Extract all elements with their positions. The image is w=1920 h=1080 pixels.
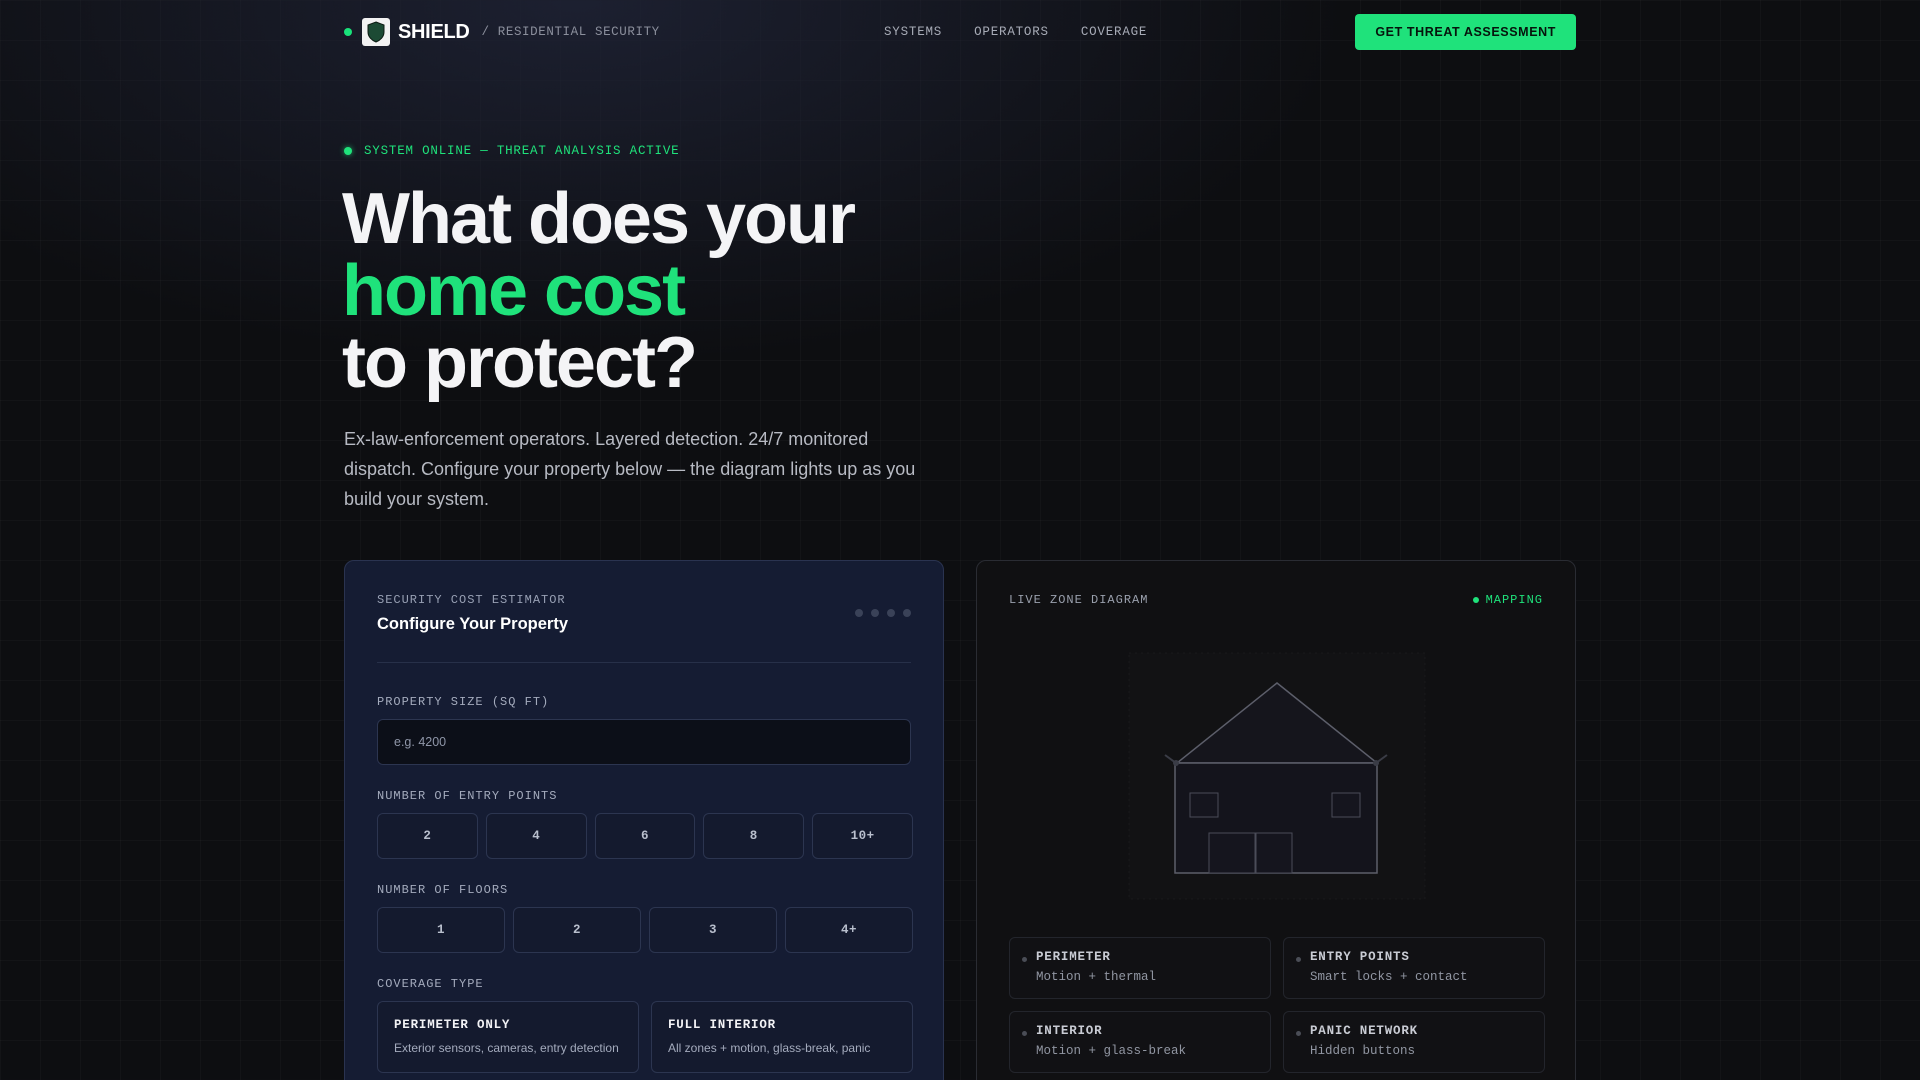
zone-interior: INTERIOR Motion + glass-break [1009,1011,1271,1073]
shield-logo-icon[interactable] [362,18,390,46]
zone-desc: Motion + thermal [1036,970,1157,984]
hero-title: What does your home cost to protect? [342,179,856,403]
floor-option-4-plus[interactable]: 4+ [785,907,913,953]
threat-assessment-button[interactable]: GET THREAT ASSESSMENT [1355,14,1576,50]
live-zone-diagram-card: LIVE ZONE DIAGRAM MAPPING PERIMETER Moti… [976,560,1576,1080]
zone-desc: Motion + glass-break [1036,1044,1187,1058]
property-size-label: PROPERTY SIZE (SQ FT) [377,695,550,709]
entry-option-2[interactable]: 2 [377,813,478,859]
status-dot-icon [344,28,352,36]
zone-dot-icon [1022,957,1027,962]
zone-dot-icon [1296,957,1301,962]
hero-title-accent: home cost [342,251,686,331]
floor-option-3[interactable]: 3 [649,907,777,953]
window-left [1189,792,1219,818]
floors-label: NUMBER OF FLOORS [377,883,509,897]
coverage-option-title: FULL INTERIOR [668,1018,776,1032]
zone-dot-icon [1022,1031,1027,1036]
brand-tagline: / RESIDENTIAL SECURITY [481,25,660,39]
zone-panic-network: PANIC NETWORK Hidden buttons [1283,1011,1545,1073]
entry-option-6[interactable]: 6 [594,813,696,859]
system-status: SYSTEM ONLINE — THREAT ANALYSIS ACTIVE [344,144,679,158]
coverage-type-label: COVERAGE TYPE [377,977,484,991]
zone-dot-icon [1296,1031,1301,1036]
step-dot [887,609,895,617]
estimator-title: Configure Your Property [377,615,568,633]
floor-option-2[interactable]: 2 [513,907,641,953]
coverage-perimeter-option[interactable]: PERIMETER ONLY Exterior sensors, cameras… [377,1001,639,1073]
coverage-full-interior-option[interactable]: FULL INTERIOR All zones + motion, glass-… [651,1001,913,1073]
floors-options: 1 2 3 4+ [377,907,913,953]
zone-perimeter: PERIMETER Motion + thermal [1009,937,1271,999]
garage-door [1208,832,1256,874]
coverage-type-options: PERIMETER ONLY Exterior sensors, cameras… [377,1001,913,1073]
step-dot [855,609,863,617]
brand-name[interactable]: SHIELD [398,21,470,44]
system-status-text: SYSTEM ONLINE — THREAT ANALYSIS ACTIVE [364,144,680,158]
mapping-status: MAPPING [1472,593,1543,607]
top-nav: SHIELD / RESIDENTIAL SECURITY SYSTEMS OP… [344,14,1576,50]
entry-option-8[interactable]: 8 [703,813,805,859]
property-size-input[interactable]: e.g. 4200 [377,719,911,765]
coverage-option-title: PERIMETER ONLY [394,1018,511,1032]
zone-desc: Hidden buttons [1310,1044,1416,1058]
zone-name: PANIC NETWORK [1310,1024,1418,1038]
zone-list: PERIMETER Motion + thermal ENTRY POINTS … [1009,937,1545,1073]
house-zone-diagram [1128,652,1426,900]
coverage-option-desc: Exterior sensors, cameras, entry detecti… [394,1041,619,1055]
mapping-status-text: MAPPING [1485,593,1543,607]
window-right [1331,792,1361,818]
nav-link-coverage[interactable]: COVERAGE [1081,25,1147,39]
front-door [1255,832,1293,874]
zone-name: ENTRY POINTS [1310,950,1410,964]
entry-option-4[interactable]: 4 [485,813,587,859]
hero-title-line1: What does your [342,179,856,259]
estimator-kicker: SECURITY COST ESTIMATOR [377,593,566,607]
estimator-header: SECURITY COST ESTIMATOR Configure Your P… [377,593,911,663]
step-dot [871,609,879,617]
nav-link-operators[interactable]: OPERATORS [974,25,1049,39]
online-dot-icon [344,147,352,155]
diagram-header: LIVE ZONE DIAGRAM MAPPING [1009,593,1543,607]
zone-name: PERIMETER [1036,950,1111,964]
step-indicator [855,609,911,617]
nav-link-systems[interactable]: SYSTEMS [884,25,942,39]
entry-points-options: 2 4 6 8 10+ [377,813,913,859]
mapping-dot-icon [1472,597,1479,603]
diagram-kicker: LIVE ZONE DIAGRAM [1009,593,1149,607]
cost-estimator-card: SECURITY COST ESTIMATOR Configure Your P… [344,560,944,1080]
floor-option-1[interactable]: 1 [377,907,505,953]
coverage-option-desc: All zones + motion, glass-break, panic [668,1041,871,1055]
zone-name: INTERIOR [1036,1024,1103,1038]
entry-option-10-plus[interactable]: 10+ [812,813,913,859]
zone-entry-points: ENTRY POINTS Smart locks + contact [1283,937,1545,999]
step-dot [903,609,911,617]
hero-title-line3: to protect? [342,323,698,403]
nav-links: SYSTEMS OPERATORS COVERAGE [884,25,1147,39]
zone-desc: Smart locks + contact [1310,970,1468,984]
entry-points-label: NUMBER OF ENTRY POINTS [377,789,558,803]
hero-subtitle: Ex-law-enforcement operators. Layered de… [344,429,916,509]
